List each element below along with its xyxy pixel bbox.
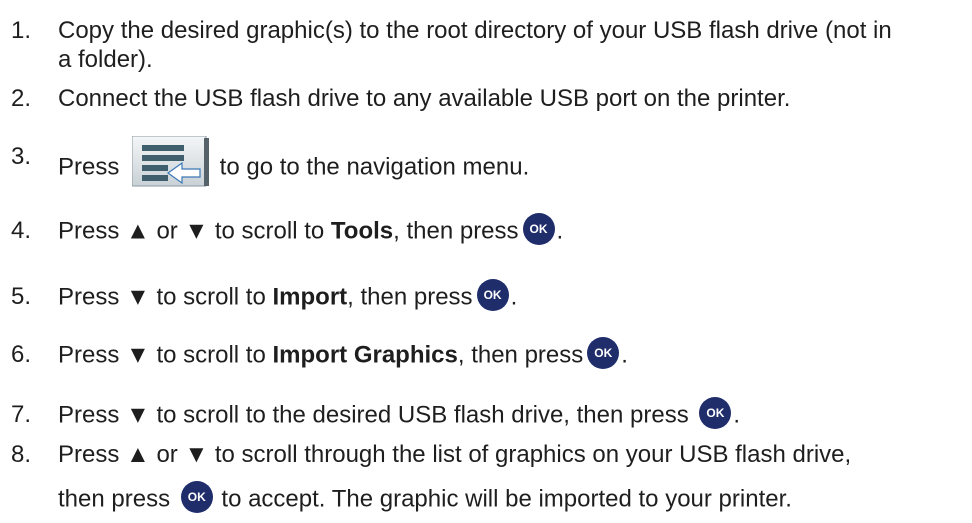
ok-button-icon: OK: [522, 213, 555, 245]
step-text: Press ▼ to scroll to the desired USB fla…: [58, 397, 741, 432]
step-text-post: .: [556, 217, 564, 245]
step-text-continued: then press OK to accept. The graphic wil…: [58, 481, 792, 516]
step-text: Press ▼ to scroll to Import, then press O…: [58, 279, 518, 314]
step-text-mid: , then press: [393, 217, 519, 245]
ok-button-icon: OK: [180, 481, 213, 513]
step-text-continued: a folder).: [58, 46, 153, 73]
step-text: Press ▼ to scroll to Import Graphics, th…: [58, 337, 628, 372]
step-text-pre: Press ▲ or ▼ to scroll to: [58, 217, 331, 245]
step-text-pre: Press ▼ to scroll to: [58, 283, 273, 311]
step-number: 8.: [11, 441, 32, 468]
step-text-pre: Press ▼ to scroll to: [58, 341, 273, 369]
step-text-pre: then press: [58, 485, 177, 513]
ok-button-icon: OK: [587, 337, 620, 369]
step-text: Connect the USB flash drive to any avail…: [58, 85, 791, 112]
step-text-post: .: [510, 283, 518, 311]
step-text: Copy the desired graphic(s) to the root …: [58, 17, 892, 44]
menu-item-name: Import: [272, 283, 348, 311]
step-number: 2.: [11, 85, 32, 112]
step-1: 1. Copy the desired graphic(s) to the ro…: [0, 16, 972, 76]
step-text: Press ▲ or ▼ to scroll to Tools, then pr…: [58, 213, 564, 248]
step-8: 8. Press ▲ or ▼ to scroll through the li…: [0, 440, 972, 520]
ok-button-icon: OK: [476, 279, 509, 311]
step-text-post: to go to the navigation menu.: [213, 153, 530, 181]
step-number: 1.: [11, 17, 32, 44]
ok-button-icon: OK: [699, 397, 732, 429]
navigation-menu-icon: [131, 135, 210, 188]
step-text-post: to accept. The graphic will be imported …: [214, 485, 792, 513]
step-text-mid: , then press: [457, 341, 584, 369]
step-text-post: .: [621, 341, 628, 369]
step-text-mid: , then press: [347, 283, 473, 311]
step-text-pre: Press ▼ to scroll to the desired USB fla…: [58, 401, 696, 429]
menu-item-name: Tools: [330, 217, 394, 245]
step-number: 5.: [11, 283, 32, 310]
step-number: 6.: [11, 341, 32, 368]
step-number: 4.: [11, 217, 32, 244]
step-text-post: .: [733, 401, 741, 429]
step-text: Press to go to the navigation menu.: [58, 135, 530, 194]
step-text: Press ▲ or ▼ to scroll through the list …: [58, 441, 852, 468]
step-text-pre: Press: [58, 153, 127, 181]
step-number: 3.: [11, 143, 32, 170]
menu-item-name: Import Graphics: [272, 341, 458, 369]
step-number: 7.: [11, 401, 32, 428]
